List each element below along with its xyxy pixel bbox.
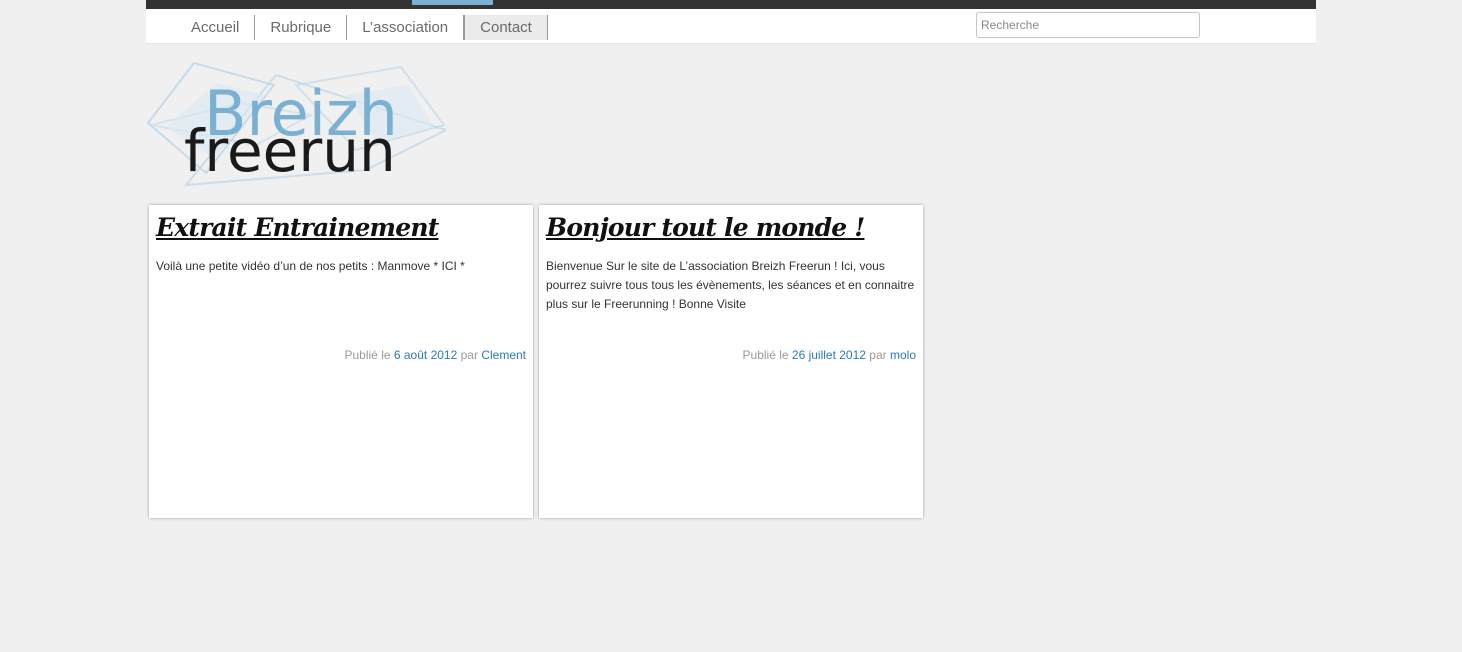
post-meta: Publié le 26 juillet 2012 par molo	[743, 348, 916, 362]
site-logo[interactable]: Breizh freerun	[146, 55, 446, 190]
logo-text-freerun: freerun	[184, 117, 396, 185]
post-card: Bonjour tout le monde ! Bienvenue Sur le…	[539, 205, 923, 518]
main-menu: Accueil Rubrique L’association Contact	[176, 15, 548, 40]
top-bar	[146, 0, 1316, 9]
navigation-bar: Accueil Rubrique L’association Contact	[146, 9, 1316, 44]
post-title[interactable]: Extrait Entrainement	[156, 213, 439, 242]
post-excerpt: Voilà une petite vidéo d’un de nos petit…	[156, 259, 465, 273]
post-excerpt: Bienvenue Sur le site de L’association B…	[546, 259, 915, 311]
post-date-link[interactable]: 26 juillet 2012	[792, 348, 866, 362]
top-bar-accent	[412, 0, 493, 5]
by-label: par	[460, 348, 478, 362]
post-author-link[interactable]: molo	[890, 348, 916, 362]
post-meta: Publié le 6 août 2012 par Clement	[345, 348, 527, 362]
nav-item-association[interactable]: L’association	[347, 15, 465, 40]
search-input[interactable]	[976, 12, 1200, 38]
published-label: Publié le	[742, 348, 789, 362]
post-card: Extrait Entrainement Voilà une petite vi…	[149, 205, 533, 518]
nav-item-contact[interactable]: Contact	[464, 15, 548, 40]
published-label: Publié le	[344, 348, 391, 362]
nav-item-rubrique[interactable]: Rubrique	[255, 15, 348, 40]
post-date-link[interactable]: 6 août 2012	[394, 348, 457, 362]
post-author-link[interactable]: Clement	[481, 348, 526, 362]
nav-item-accueil[interactable]: Accueil	[176, 15, 256, 40]
logo-graphic: Breizh freerun	[146, 61, 446, 187]
by-label: par	[869, 348, 887, 362]
post-title[interactable]: Bonjour tout le monde !	[546, 213, 865, 242]
